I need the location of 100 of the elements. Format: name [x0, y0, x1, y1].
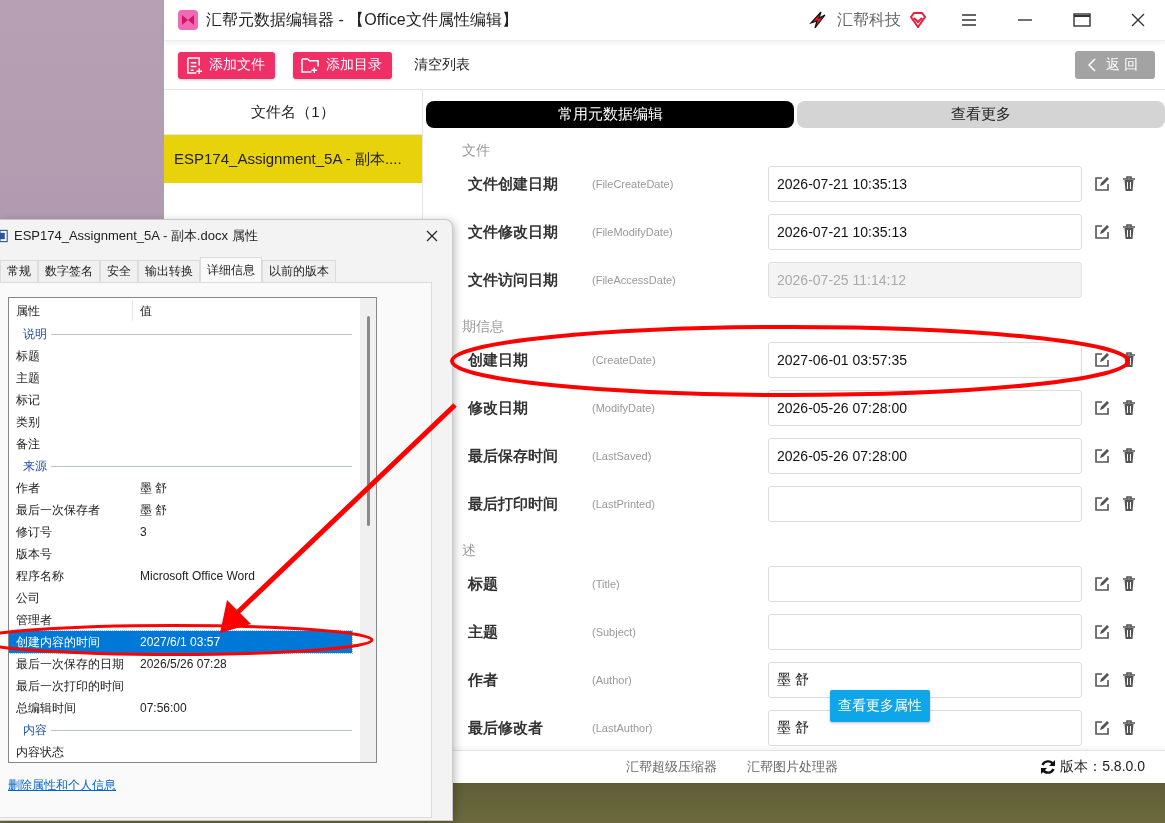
input-field[interactable]: 2026-07-21 10:35:13 [768, 166, 1082, 202]
property-value: 墨 舒 [139, 501, 168, 519]
tab[interactable]: 常用元数据编辑 [426, 101, 794, 128]
menu-icon[interactable] [961, 13, 977, 27]
property-row[interactable]: 公司 [9, 587, 352, 609]
property-row[interactable]: 修订号 3 [9, 521, 352, 543]
scrollbar[interactable] [360, 298, 376, 762]
refresh-icon[interactable] [1040, 759, 1057, 775]
column-header[interactable]: 值 [132, 301, 340, 321]
edit-icon[interactable] [1094, 176, 1110, 192]
tab[interactable]: 以前的版本 [262, 260, 336, 282]
edit-icon[interactable] [1094, 672, 1110, 688]
trash-icon[interactable] [1122, 448, 1136, 464]
edit-icon[interactable] [1094, 720, 1110, 736]
edit-icon[interactable] [1094, 496, 1110, 512]
property-name: 主题 [15, 369, 41, 387]
tab[interactable]: 安全 [100, 260, 138, 282]
input-field[interactable]: 2026-05-26 07:28:00 [768, 390, 1082, 426]
property-value: 2027/6/1 03:57 [139, 635, 221, 649]
field-label: 主题 [468, 622, 499, 642]
field-label: 文件修改日期 [468, 222, 559, 242]
field-label: 文件创建日期 [468, 174, 559, 194]
property-row[interactable]: 标题 [9, 345, 352, 367]
trash-icon[interactable] [1122, 672, 1136, 688]
field-key: (FileCreateDate) [592, 178, 768, 190]
trash-icon[interactable] [1122, 624, 1136, 640]
input-field[interactable]: 2026-05-26 07:28:00 [768, 438, 1082, 474]
property-name: 版本号 [15, 545, 53, 563]
edit-icon[interactable] [1094, 576, 1110, 592]
trash-icon[interactable] [1122, 224, 1136, 240]
tab[interactable]: 详细信息 [200, 257, 262, 282]
maximize-icon[interactable] [1073, 13, 1091, 27]
folder-add-icon [301, 56, 320, 74]
field-key: (FileModifyDate) [592, 226, 768, 238]
field-label: 创建日期 [468, 350, 529, 370]
trash-icon[interactable] [1122, 176, 1136, 192]
tab[interactable]: 输出转换 [138, 260, 200, 282]
add-file-button[interactable]: 添加文件 [178, 51, 275, 79]
property-name: 修订号 [15, 523, 53, 541]
input-field[interactable] [768, 614, 1082, 650]
group-label: 来源 [23, 457, 47, 475]
trash-icon[interactable] [1122, 400, 1136, 416]
trash-icon[interactable] [1122, 576, 1136, 592]
property-name: 作者 [15, 479, 41, 497]
property-row[interactable]: 类别 [9, 411, 352, 433]
edit-icon[interactable] [1094, 624, 1110, 640]
add-folder-button[interactable]: 添加目录 [293, 51, 392, 79]
input-field[interactable] [768, 566, 1082, 602]
selected-row[interactable]: 创建内容的时间 2027/6/1 03:57 [9, 631, 352, 653]
property-row[interactable]: 标记 [9, 389, 352, 411]
property-row[interactable]: 主题 [9, 367, 352, 389]
file-add-icon [186, 55, 203, 75]
tab[interactable]: 数字签名 [38, 260, 100, 282]
edit-icon[interactable] [1094, 224, 1110, 240]
trash-icon[interactable] [1122, 352, 1136, 368]
field-key: (FileAccessDate) [592, 274, 768, 286]
brand-name: 汇帮科技 [837, 9, 901, 30]
close-icon[interactable] [1131, 13, 1145, 27]
field-key: (Author) [592, 674, 768, 686]
field-label: 最后打印时间 [468, 494, 559, 514]
property-row[interactable]: 最后一次保存者 墨 舒 [9, 499, 352, 521]
trash-icon[interactable] [1122, 496, 1136, 512]
property-row[interactable]: 最后一次打印的时间 [9, 675, 352, 697]
footer-link[interactable]: 汇帮超级压缩器 [626, 758, 717, 776]
property-value: 墨 舒 [139, 479, 168, 497]
property-value: 3 [139, 525, 147, 539]
property-row[interactable]: 管理者 [9, 609, 352, 631]
dialog-title: ESP174_Assignment_5A - 副本.docx 属性 [14, 227, 259, 245]
input-field[interactable] [768, 486, 1082, 522]
property-row[interactable]: 内容状态 [9, 741, 352, 762]
input-field[interactable]: 2027-06-01 03:57:35 [768, 342, 1082, 378]
remove-properties-link[interactable]: 删除属性和个人信息 [8, 777, 116, 794]
input-field[interactable]: 2026-07-21 10:35:13 [768, 214, 1082, 250]
footer-link[interactable]: 汇帮图片处理器 [747, 758, 838, 776]
diamond-icon[interactable] [909, 12, 927, 28]
property-row[interactable]: 程序名称 Microsoft Office Word [9, 565, 352, 587]
field-label: 最后修改者 [468, 718, 544, 738]
field-label: 文件访问日期 [468, 270, 559, 290]
tab[interactable]: 查看更多 [797, 101, 1165, 128]
close-icon[interactable] [426, 230, 438, 242]
field-key: (LastAuthor) [592, 722, 768, 734]
property-name: 管理者 [15, 611, 53, 629]
column-header[interactable]: 属性 [9, 301, 132, 321]
property-row[interactable]: 版本号 [9, 543, 352, 565]
clear-list-button[interactable]: 清空列表 [410, 56, 474, 74]
property-row[interactable]: 备注 [9, 433, 352, 455]
group-label: 内容 [23, 721, 47, 739]
property-row[interactable]: 作者 墨 舒 [9, 477, 352, 499]
property-row[interactable]: 总编辑时间 07:56:00 [9, 697, 352, 719]
trash-icon[interactable] [1122, 720, 1136, 736]
edit-icon[interactable] [1094, 352, 1110, 368]
property-value: 2026/5/26 07:28 [139, 657, 227, 671]
tab[interactable]: 常规 [0, 260, 38, 282]
section-title: 述 [462, 542, 476, 560]
edit-icon[interactable] [1094, 400, 1110, 416]
edit-icon[interactable] [1094, 448, 1110, 464]
property-row[interactable]: 最后一次保存的日期 2026/5/26 07:28 [9, 653, 352, 675]
file-name: ESP174_Assignment_5A - 副本.... [174, 149, 402, 169]
file-list-item[interactable]: ESP174_Assignment_5A - 副本.... [164, 135, 422, 183]
window-title: 汇帮元数据编辑器 - 【Office文件属性编辑】 [206, 9, 519, 30]
